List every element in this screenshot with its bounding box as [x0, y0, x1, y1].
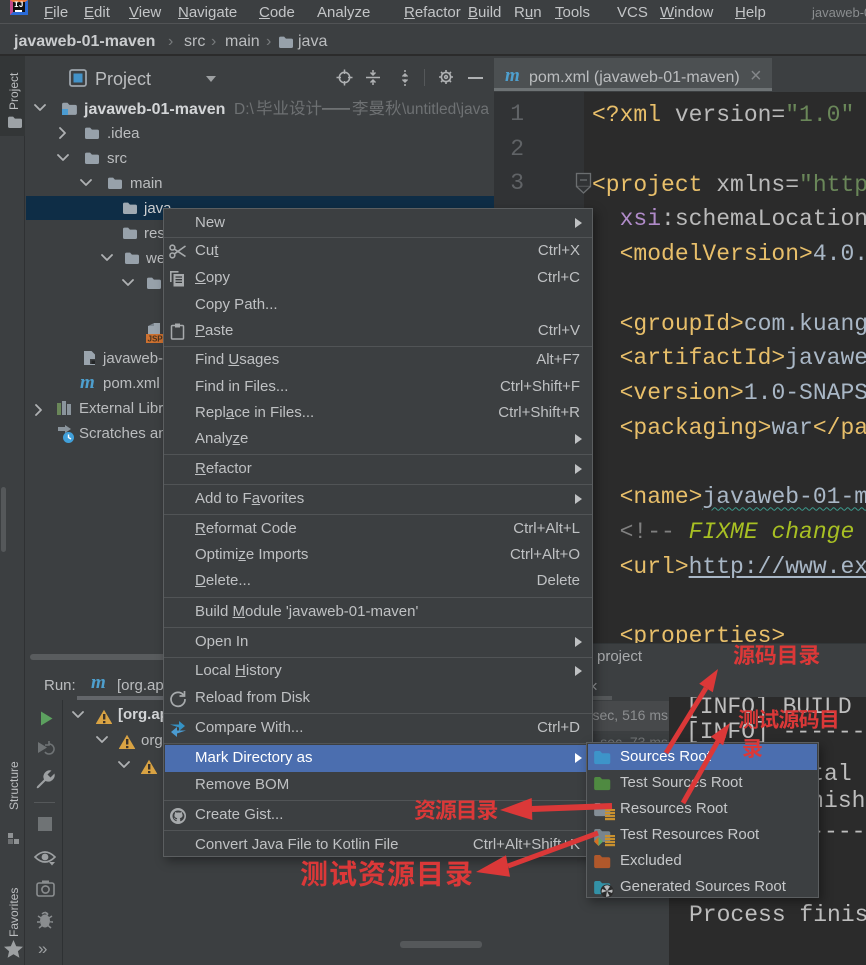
svg-text:JSP: JSP [148, 335, 164, 344]
